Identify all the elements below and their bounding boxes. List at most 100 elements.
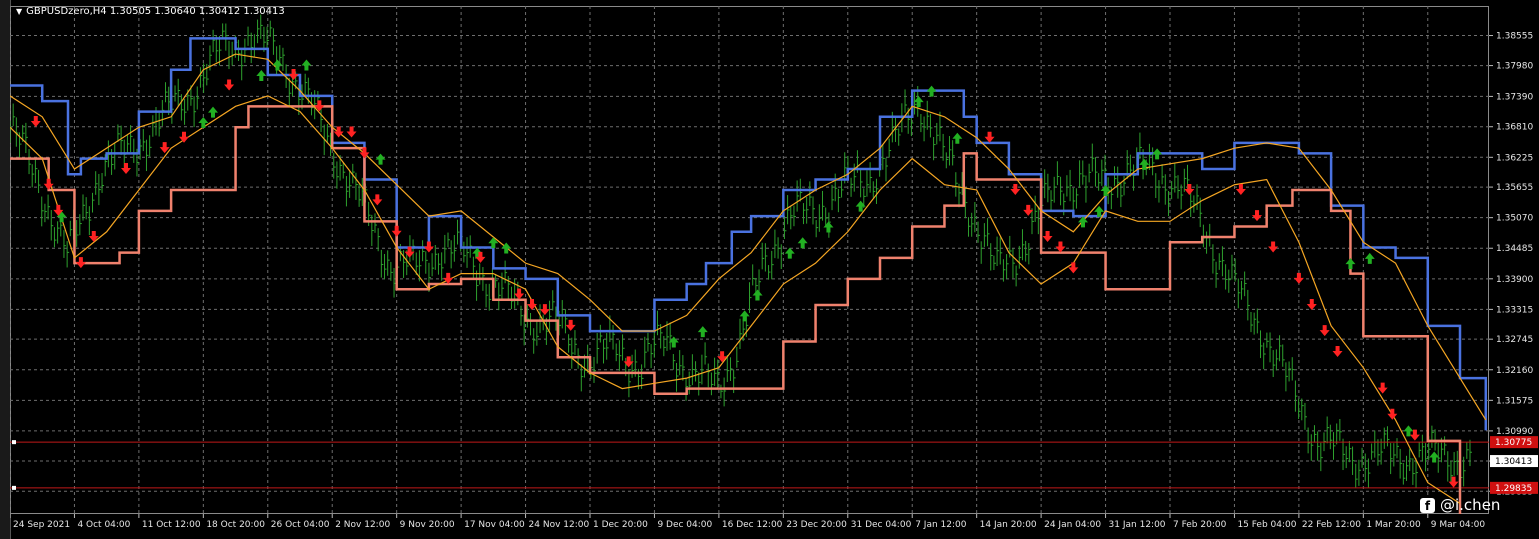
buy-arrow-icon bbox=[913, 96, 924, 108]
time-tick-label: 26 Oct 04:00 bbox=[271, 520, 330, 530]
chart-window: ▼ GBPUSDzero,H4 1.30505 1.30640 1.30412 1… bbox=[0, 0, 1539, 539]
sell-arrow-icon bbox=[1042, 231, 1053, 243]
buy-arrow-icon bbox=[752, 289, 763, 301]
symbol-line: GBPUSDzero,H4 1.30505 1.30640 1.30412 1.… bbox=[26, 6, 285, 17]
sell-arrow-icon bbox=[88, 231, 99, 243]
price-tick-label: 1.31575 bbox=[1496, 396, 1533, 406]
time-axis[interactable]: 24 Sep 2021 4 Oct 04:00 11 Oct 12:00 18 Oct… bbox=[10, 514, 1489, 539]
time-tick-label: 1 Dec 20:00 bbox=[593, 520, 648, 530]
buy-arrow-icon bbox=[823, 221, 834, 233]
sell-arrow-icon bbox=[1268, 241, 1279, 253]
price-tick-label: 1.37390 bbox=[1496, 92, 1533, 102]
time-tick-label: 1 Mar 20:00 bbox=[1366, 520, 1421, 530]
sell-arrow-icon bbox=[1319, 325, 1330, 337]
time-tick-label: 9 Mar 04:00 bbox=[1431, 520, 1486, 530]
watermark-text: @i.chen bbox=[1440, 496, 1501, 514]
sell-arrow-icon bbox=[1055, 241, 1066, 253]
current-price-label: 1.30413 bbox=[1495, 457, 1532, 467]
time-tick-label: 11 Oct 12:00 bbox=[142, 520, 201, 530]
time-tick-label: 2 Nov 12:00 bbox=[335, 520, 390, 530]
sell-arrow-icon bbox=[391, 225, 402, 237]
buy-arrow-icon bbox=[1345, 258, 1356, 270]
buy-arrow-icon bbox=[272, 59, 283, 71]
sell-arrow-icon bbox=[75, 257, 86, 269]
price-tick-label: 1.33900 bbox=[1496, 275, 1533, 285]
sell-arrow-icon bbox=[1235, 183, 1246, 195]
sell-arrow-icon bbox=[224, 79, 235, 91]
sell-arrow-icon bbox=[30, 116, 41, 128]
buy-arrow-icon bbox=[301, 59, 312, 71]
price-axis[interactable]: 1.38555 1.37980 1.37390 1.36810 1.36225 1.356… bbox=[1489, 6, 1539, 514]
price-tick-label: 1.37980 bbox=[1496, 62, 1533, 72]
series-upper_band bbox=[10, 37, 1488, 431]
sell-arrow-icon bbox=[1010, 183, 1021, 195]
sell-arrow-icon bbox=[1068, 262, 1079, 274]
buy-arrow-icon bbox=[208, 106, 218, 118]
buy-arrow-icon bbox=[784, 247, 795, 259]
price-tick-label: 1.36810 bbox=[1496, 123, 1533, 133]
facebook-icon: f bbox=[1420, 498, 1435, 513]
sell-arrow-icon bbox=[1387, 408, 1398, 420]
time-tick-label: 18 Oct 20:00 bbox=[206, 520, 265, 530]
sell-arrow-icon bbox=[1293, 272, 1304, 284]
sell-arrow-icon bbox=[314, 100, 325, 112]
sell-arrow-icon bbox=[565, 319, 576, 331]
price-plot[interactable] bbox=[10, 6, 1489, 514]
sell-arrow-icon bbox=[1448, 476, 1459, 488]
plot-area[interactable] bbox=[10, 6, 1489, 514]
time-tick-label: 9 Dec 04:00 bbox=[657, 520, 712, 530]
caret-down-icon[interactable]: ▼ bbox=[16, 7, 22, 16]
hline-price-label: 1.29835 bbox=[1495, 484, 1532, 494]
time-tick-label: 14 Jan 20:00 bbox=[980, 520, 1037, 530]
buy-arrow-icon bbox=[1429, 451, 1440, 463]
hline-price-label: 1.30775 bbox=[1495, 438, 1532, 448]
buy-arrow-icon bbox=[256, 69, 267, 81]
buy-arrow-icon bbox=[198, 117, 209, 129]
time-tick-label: 31 Dec 04:00 bbox=[851, 520, 912, 530]
symbol-title[interactable]: ▼ GBPUSDzero,H4 1.30505 1.30640 1.30412 1… bbox=[16, 6, 285, 17]
buy-arrow-icon bbox=[797, 237, 808, 249]
price-tick-label: 1.32160 bbox=[1496, 366, 1533, 376]
buy-arrow-icon bbox=[739, 310, 750, 322]
buy-arrow-icon bbox=[1364, 252, 1375, 264]
sell-arrow-icon bbox=[1306, 298, 1317, 310]
sell-arrow-icon bbox=[539, 304, 550, 316]
time-tick-label: 16 Dec 12:00 bbox=[722, 520, 783, 530]
sell-arrow-icon bbox=[121, 163, 131, 175]
buy-arrow-icon bbox=[697, 326, 708, 338]
time-tick-label: 22 Feb 12:00 bbox=[1302, 520, 1361, 530]
hline-handle-0 bbox=[12, 440, 16, 445]
sell-arrow-icon bbox=[1184, 183, 1195, 195]
buy-arrow-icon bbox=[952, 132, 963, 144]
sell-arrow-icon bbox=[346, 126, 357, 138]
time-tick-label: 31 Jan 12:00 bbox=[1109, 520, 1166, 530]
watermark: f @i.chen bbox=[1420, 496, 1500, 514]
price-tick-label: 1.34485 bbox=[1496, 244, 1533, 254]
time-tick-label: 24 Sep 2021 bbox=[13, 520, 70, 530]
price-tick-label: 1.35655 bbox=[1496, 183, 1533, 193]
sell-arrow-icon bbox=[1377, 382, 1388, 394]
time-tick-label: 7 Jan 12:00 bbox=[915, 520, 967, 530]
time-tick-label: 23 Dec 20:00 bbox=[786, 520, 847, 530]
series-lower_band bbox=[10, 105, 1462, 514]
time-tick-label: 17 Nov 04:00 bbox=[464, 520, 525, 530]
time-tick-label: 24 Jan 04:00 bbox=[1044, 520, 1101, 530]
sell-arrow-icon bbox=[288, 68, 299, 80]
price-tick-label: 1.38555 bbox=[1496, 32, 1533, 42]
price-tick-label: 1.33315 bbox=[1496, 305, 1533, 315]
sell-arrow-icon bbox=[423, 241, 434, 253]
time-tick-label: 9 Nov 20:00 bbox=[400, 520, 455, 530]
sell-arrow-icon bbox=[179, 131, 189, 143]
sell-arrow-icon bbox=[984, 131, 995, 143]
hline-handle-1 bbox=[12, 485, 16, 490]
price-tick-label: 1.32745 bbox=[1496, 335, 1533, 345]
buy-arrow-icon bbox=[375, 153, 386, 165]
sell-arrow-icon bbox=[527, 298, 537, 310]
buy-arrow-icon bbox=[1152, 148, 1163, 160]
time-tick-label: 15 Feb 04:00 bbox=[1237, 520, 1296, 530]
price-tick-label: 1.36225 bbox=[1496, 153, 1533, 163]
time-tick-label: 7 Feb 20:00 bbox=[1173, 520, 1227, 530]
sell-arrow-icon bbox=[1332, 345, 1343, 357]
sell-arrow-icon bbox=[514, 288, 525, 300]
sell-arrow-icon bbox=[1252, 210, 1262, 222]
